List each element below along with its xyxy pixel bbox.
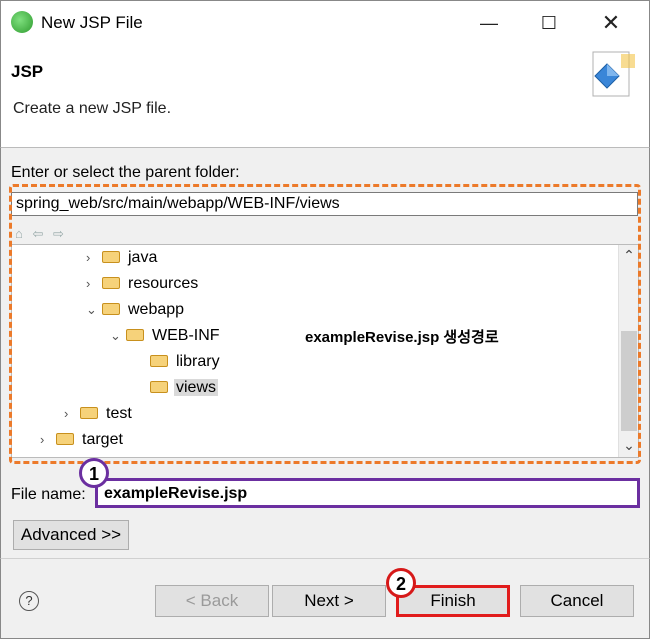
annotation-folder-box	[9, 184, 641, 464]
help-icon[interactable]: ?	[19, 591, 39, 611]
wizard-content: Enter or select the parent folder: sprin…	[0, 148, 650, 558]
wizard-footer: ? < Back Next > Finish Cancel	[0, 558, 650, 639]
back-button[interactable]: < Back	[155, 585, 269, 617]
annotation-marker-1: 1	[79, 458, 109, 488]
advanced-button[interactable]: Advanced >>	[13, 520, 129, 550]
wizard-title: JSP	[11, 62, 44, 81]
next-button[interactable]: Next >	[272, 585, 386, 617]
maximize-button[interactable]: ☐	[529, 9, 569, 37]
file-name-label: File name:	[11, 486, 86, 503]
parent-folder-label: Enter or select the parent folder:	[11, 164, 240, 181]
jsp-wizard-icon	[592, 51, 635, 97]
wizard-banner: JSP Create a new JSP file.	[0, 44, 650, 148]
cancel-button[interactable]: Cancel	[520, 585, 634, 617]
window-title: New JSP File	[41, 13, 143, 32]
minimize-button[interactable]: —	[469, 9, 509, 37]
eclipse-app-icon	[11, 11, 33, 33]
wizard-description: Create a new JSP file.	[13, 100, 172, 117]
close-button[interactable]: ✕	[591, 9, 631, 37]
file-name-input[interactable]: exampleRevise.jsp	[95, 478, 640, 508]
title-bar: New JSP File — ☐ ✕	[0, 0, 650, 44]
annotation-marker-2: 2	[386, 568, 416, 598]
